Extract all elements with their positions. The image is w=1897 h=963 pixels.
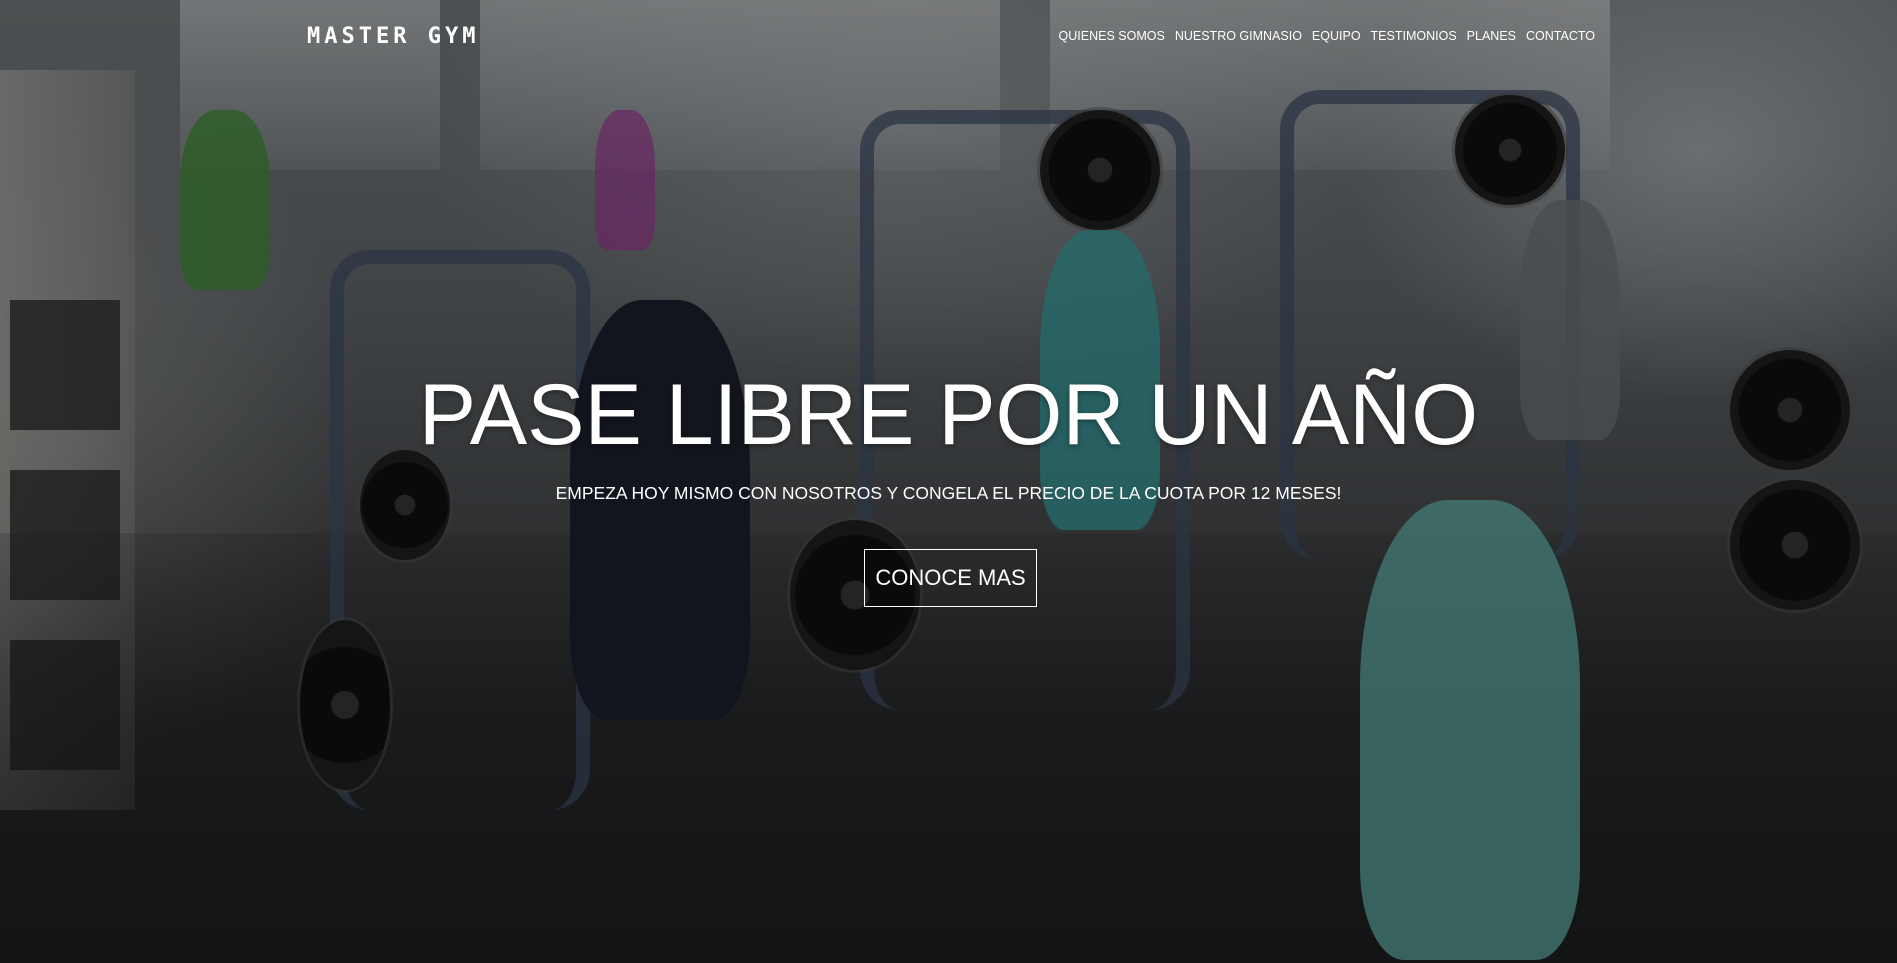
hero-subtitle: EMPEZA HOY MISMO CON NOSOTROS Y CONGELA …: [555, 483, 1342, 503]
nav-item-contacto[interactable]: CONTACTO: [1526, 29, 1595, 43]
main-nav: QUIENES SOMOS NUESTRO GIMNASIO EQUIPO TE…: [1059, 29, 1595, 43]
nav-item-planes[interactable]: PLANES: [1467, 29, 1516, 43]
nav-item-nuestro-gimnasio[interactable]: NUESTRO GIMNASIO: [1175, 29, 1302, 43]
nav-item-testimonios[interactable]: TESTIMONIOS: [1371, 29, 1457, 43]
dark-overlay: [0, 0, 1897, 963]
conoce-mas-button[interactable]: CONOCE MAS: [864, 549, 1037, 607]
nav-item-equipo[interactable]: EQUIPO: [1312, 29, 1361, 43]
nav-item-quienes-somos[interactable]: QUIENES SOMOS: [1059, 29, 1165, 43]
hero-title: PASE LIBRE POR UN AÑO: [418, 367, 1479, 463]
site-logo[interactable]: MASTER GYM: [307, 24, 479, 49]
hero-section: MASTER GYM QUIENES SOMOS NUESTRO GIMNASI…: [0, 0, 1897, 963]
